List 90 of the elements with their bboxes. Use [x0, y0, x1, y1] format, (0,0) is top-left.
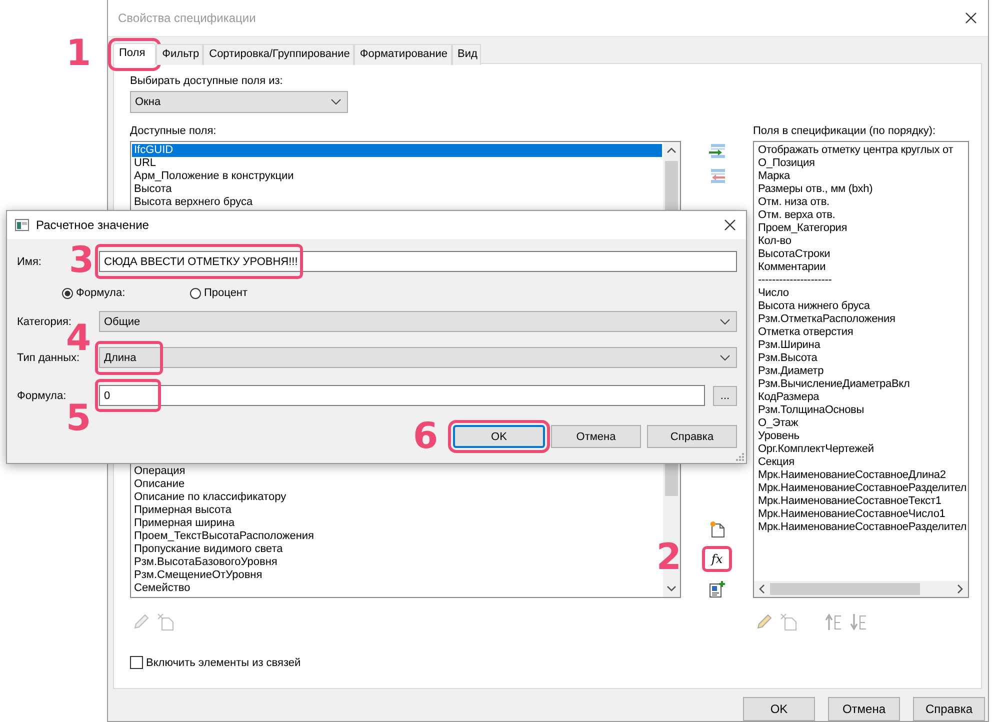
list-item[interactable]: Высота [132, 183, 662, 196]
list-item[interactable]: Рзм.ТолщинаОсновы [756, 404, 968, 417]
checkbox-label: Включить элементы из связей [146, 656, 301, 668]
list-item[interactable]: Марка [756, 170, 968, 183]
list-item[interactable]: Описание по классификатору [132, 491, 662, 504]
list-item[interactable]: Отметка отверстия [756, 326, 968, 339]
source-label: Выбирать доступные поля из: [130, 74, 284, 88]
tab[interactable]: Вид [452, 44, 482, 65]
chevron-icon [720, 354, 730, 360]
list-item[interactable]: О_Этаж [756, 417, 968, 430]
source-dropdown[interactable]: Окна [130, 91, 348, 113]
radio-button[interactable] [190, 288, 201, 298]
name-label: Имя: [17, 256, 42, 268]
list-item[interactable]: ВысотаСтроки [756, 248, 968, 261]
callout-number: 3 [69, 243, 94, 279]
close-icon[interactable] [724, 219, 736, 231]
list-item[interactable]: --------------------- [756, 274, 968, 287]
category-dropdown[interactable]: Общие [99, 311, 737, 332]
callout-number: 5 [66, 401, 92, 437]
list-item[interactable]: Мрк.НаименованиеСоставноеЧисло1 [756, 508, 968, 521]
chevron-icon [720, 318, 730, 324]
list-item[interactable]: Мрк.НаименованиеСоставноеРазделител [756, 521, 968, 534]
list-item[interactable]: КодРазмера [756, 391, 968, 404]
radio-label: Процент [204, 287, 248, 299]
add-field-icon[interactable] [708, 143, 726, 160]
list-item[interactable]: Орг.КомплектЧертежей [756, 443, 968, 456]
radio-label: Формула: [76, 287, 126, 299]
list-item[interactable]: Проем_ТекстВысотаРасположения [132, 530, 662, 543]
remove-field-icon[interactable] [708, 168, 726, 185]
list-item[interactable]: О_Позиция [756, 157, 968, 170]
list-item[interactable]: Отм. верха отв. [756, 209, 968, 222]
list-item[interactable]: Мрк.НаименованиеСоставноеТекст1 [756, 495, 968, 508]
list-item[interactable]: Рзм.ОтметкаРасположения [756, 313, 968, 326]
list-item[interactable]: Кол-во [756, 235, 968, 248]
list-item[interactable]: Размеры отв., мм (bxh) [756, 183, 968, 196]
dialog-button[interactable]: Справка [647, 425, 737, 448]
list-item[interactable]: Уровень [756, 430, 968, 443]
close-icon[interactable] [965, 12, 977, 24]
dialog-button[interactable]: Справка [913, 697, 985, 721]
list-item[interactable]: Число [756, 287, 968, 300]
highlight-frame [95, 379, 161, 412]
formula-label: Формула: [17, 390, 68, 402]
window-icon [15, 219, 29, 231]
list-item[interactable]: Отм. низа отв. [756, 196, 968, 209]
available-fields-label: Доступные поля: [130, 124, 218, 138]
schedule-fields-label: Поля в спецификации (по порядку): [753, 124, 937, 138]
chevron-icon [331, 99, 341, 105]
list-item[interactable]: Мрк.НаименованиеСоставноеРазделител [756, 482, 968, 495]
list-item[interactable]: IfcGUID [132, 144, 662, 157]
list-item[interactable]: Проем_Категория [756, 222, 968, 235]
tab[interactable]: Фильтр [156, 44, 204, 65]
data-type-label: Тип данных: [17, 352, 81, 364]
list-item[interactable]: URL [132, 157, 662, 170]
dialog-title: Расчетное значение [36, 218, 150, 232]
scrollbar[interactable] [754, 581, 968, 597]
list-item[interactable]: Рзм.Высота [756, 352, 968, 365]
highlight-frame [95, 341, 163, 375]
callout-number: 6 [413, 419, 438, 455]
window-title: Свойства спецификации [118, 11, 257, 25]
list-item[interactable]: Операция [132, 465, 662, 478]
list-item[interactable]: Мрк.НаименованиеСоставноеДлина2 [756, 469, 968, 482]
callout-number: 1 [66, 36, 92, 72]
combine-parameters-icon[interactable] [708, 580, 726, 598]
tab[interactable]: Сортировка/Группирование [203, 44, 354, 65]
list-item[interactable]: Примерная высота [132, 504, 662, 517]
dialog-button[interactable]: Отмена [828, 697, 900, 721]
browse-button[interactable]: ... [713, 386, 737, 406]
list-item[interactable]: Описание [132, 478, 662, 491]
formula-field[interactable]: 0 [99, 385, 705, 406]
formula-button[interactable]: fx [702, 546, 732, 572]
list-item[interactable]: Рзм.Диаметр [756, 365, 968, 378]
list-item[interactable]: Комментарии [756, 261, 968, 274]
list-item[interactable]: Семейство [132, 582, 662, 595]
list-item[interactable]: Секция [756, 456, 968, 469]
list-item[interactable]: Высота нижнего бруса [756, 300, 968, 313]
list-item[interactable]: Примерная ширина [132, 517, 662, 530]
list-item[interactable]: Арм_Положение в конструкции [132, 170, 662, 183]
resize-grip-icon[interactable] [736, 453, 744, 461]
name-field[interactable]: СЮДА ВВЕСТИ ОТМЕТКУ УРОВНЯ!!! [99, 251, 737, 272]
dialog-button[interactable]: Отмена [551, 425, 641, 448]
radio-button[interactable] [62, 288, 73, 298]
list-item[interactable]: Высота верхнего бруса [132, 196, 662, 209]
list-item[interactable]: Рзм.Ширина [756, 339, 968, 352]
tab[interactable]: Форматирование [354, 44, 452, 65]
list-item[interactable]: Отображать отметку центра круглых от [756, 144, 968, 157]
checkbox[interactable] [130, 656, 143, 669]
data-type-dropdown[interactable]: Длина [99, 347, 737, 368]
new-parameter-icon[interactable] [708, 520, 726, 538]
dialog-button[interactable]: OK [743, 697, 815, 721]
list-item[interactable]: Рзм.ВычислениеДиаметраВкл [756, 378, 968, 391]
